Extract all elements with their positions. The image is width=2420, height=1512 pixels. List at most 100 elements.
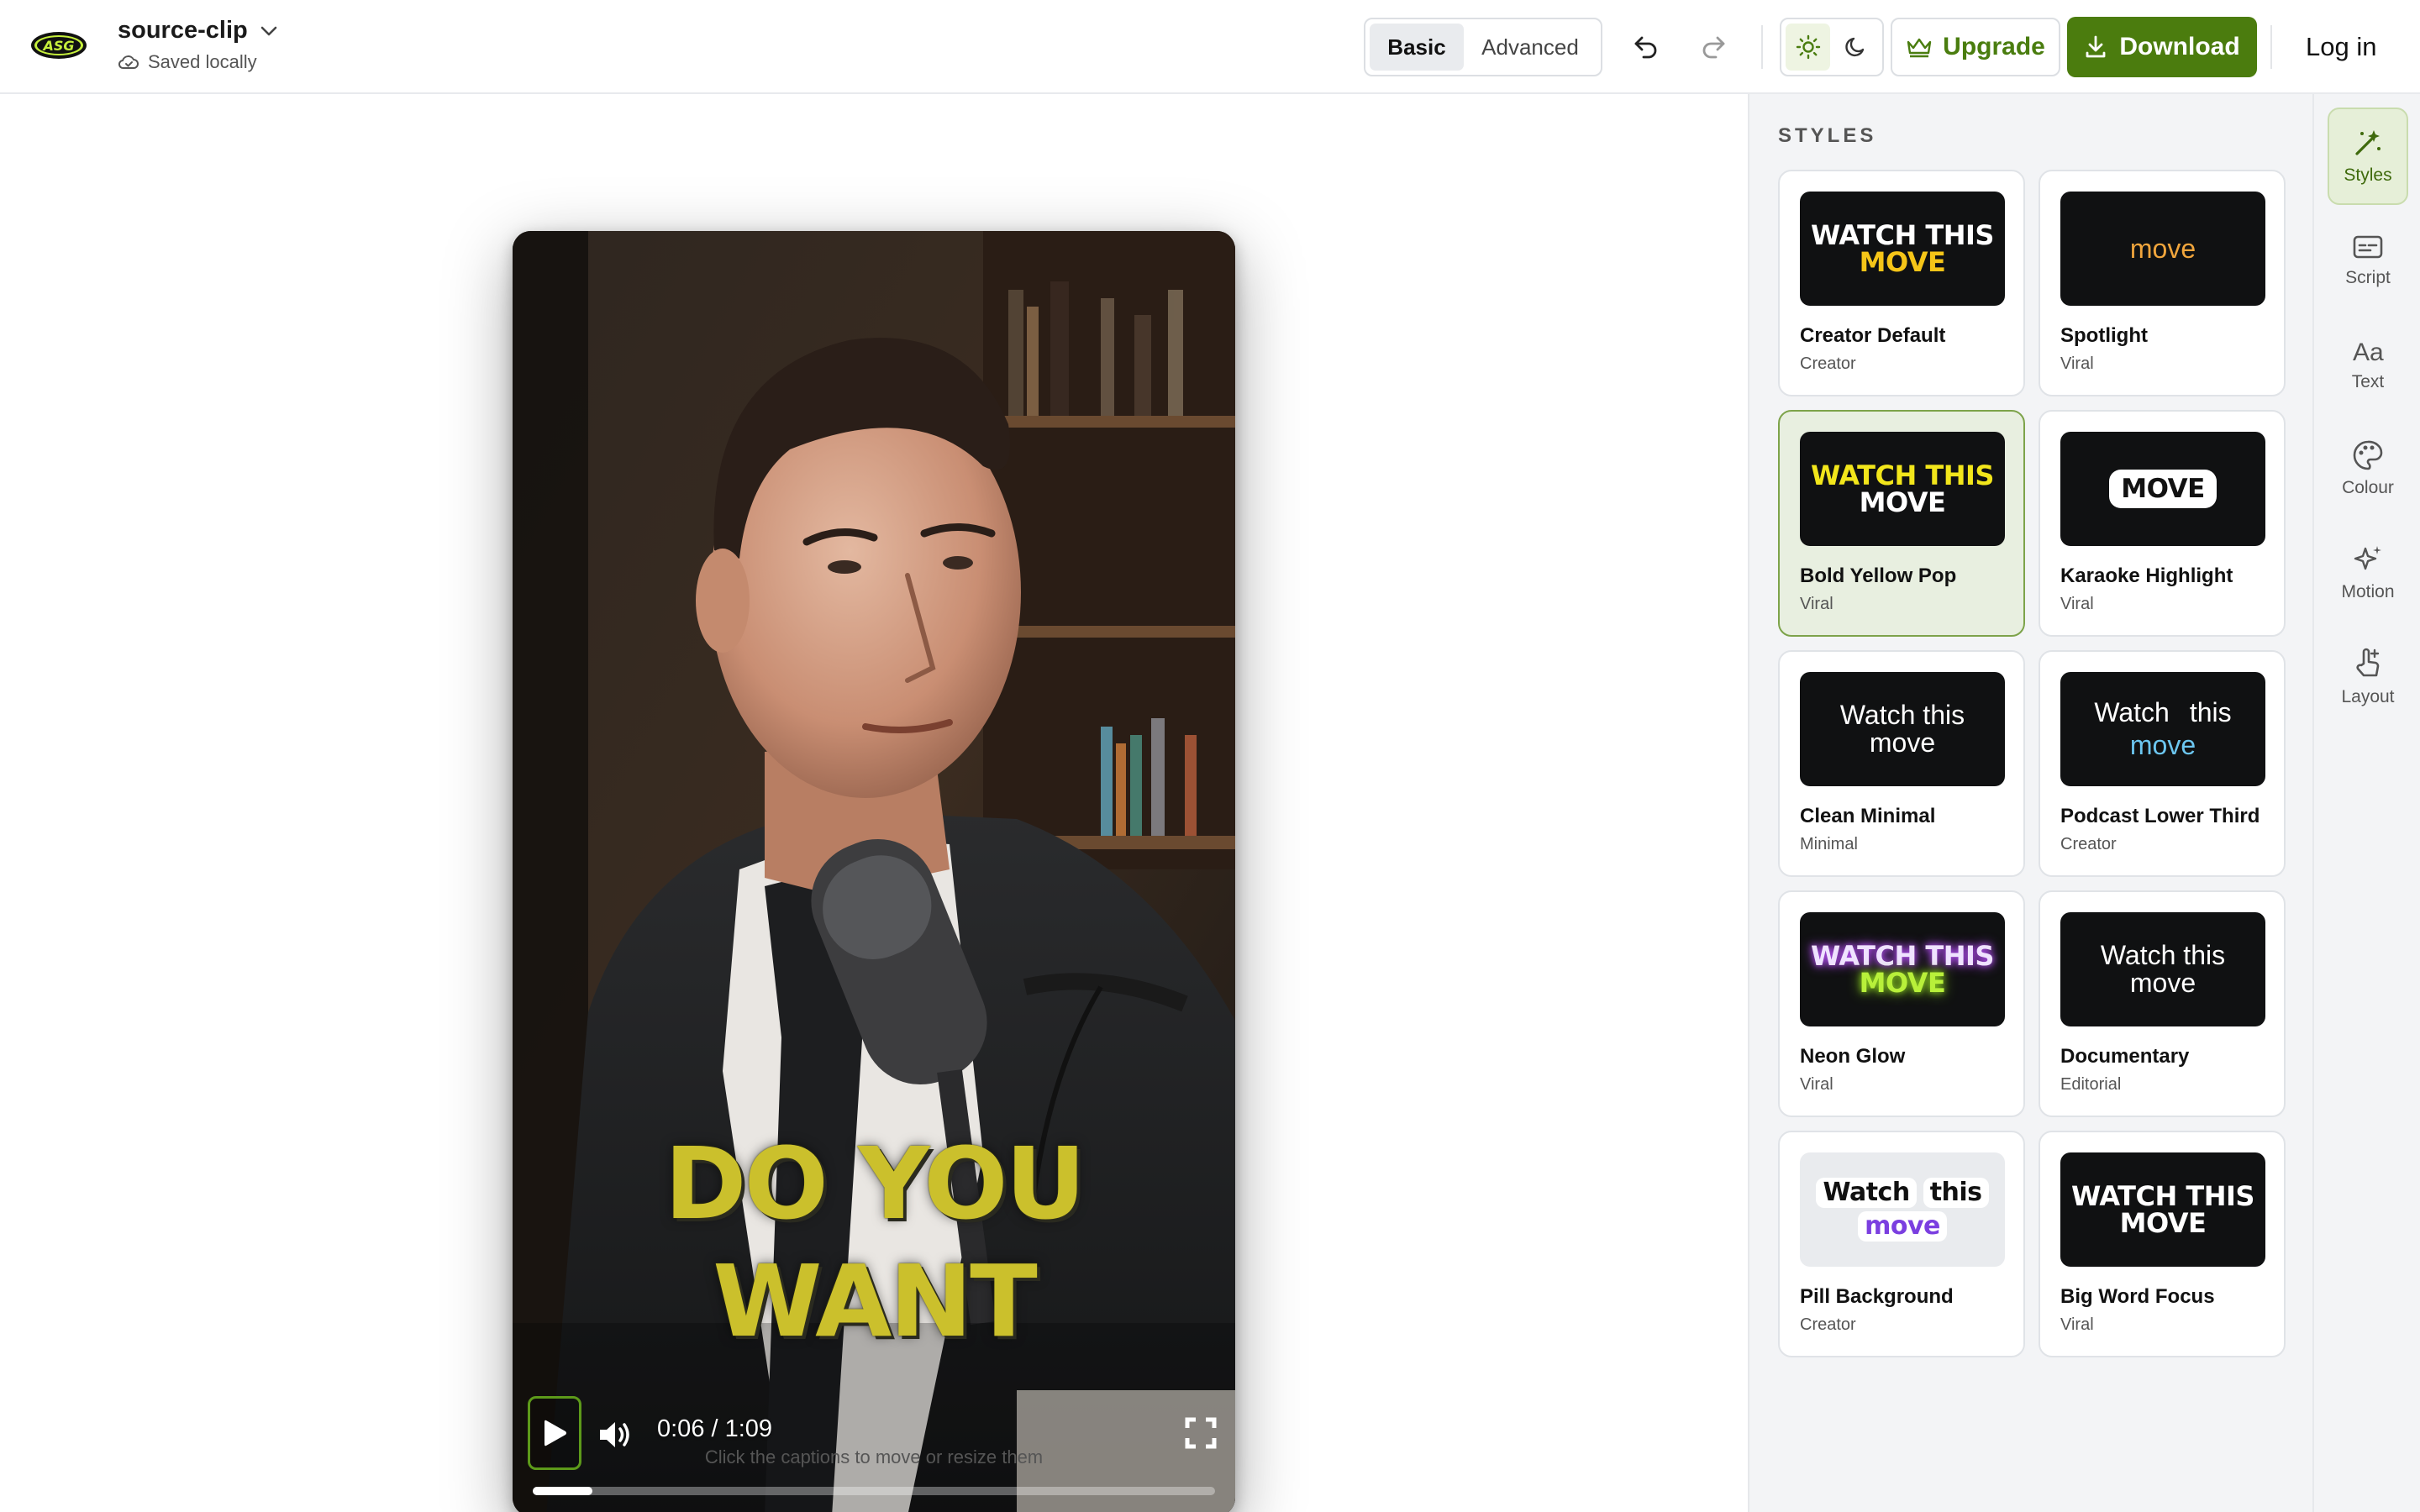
- project-menu[interactable]: source-clip: [118, 17, 278, 45]
- style-category: Editorial: [2060, 1075, 2122, 1094]
- theme-switch: [1780, 18, 1884, 76]
- style-name: Big Word Focus: [2060, 1285, 2215, 1308]
- top-bar: ASG source-clip Saved locally Basic Adva…: [0, 0, 2420, 94]
- style-name: Pill Background: [1800, 1285, 1954, 1308]
- style-category: Creator: [1800, 354, 1856, 373]
- style-category: Viral: [2060, 1315, 2094, 1334]
- style-card-creator-default[interactable]: WATCH THIS MOVE Creator Default Creator: [1778, 170, 2025, 396]
- dark-theme-button[interactable]: [1833, 24, 1878, 71]
- svg-text:Aa: Aa: [2353, 339, 2384, 365]
- rail-item-layout[interactable]: Layout: [2328, 628, 2408, 726]
- preview-line: Watch this: [2100, 940, 2226, 970]
- preview-line: MOVE: [2109, 470, 2217, 508]
- divider: [2270, 25, 2272, 69]
- preview-line: MOVE: [1859, 967, 1946, 999]
- download-label: Download: [2119, 33, 2240, 60]
- style-card-spotlight[interactable]: move Spotlight Viral: [2039, 170, 2286, 396]
- play-icon: [544, 1420, 566, 1446]
- app-logo[interactable]: ASG: [30, 30, 87, 60]
- preview-word: move: [2129, 730, 2196, 760]
- style-category: Viral: [2060, 354, 2094, 373]
- video-player[interactable]: DO YOU WANT 0:06 / 1:09: [513, 231, 1235, 1512]
- rail-item-script[interactable]: Script: [2328, 212, 2408, 309]
- style-card-bold-yellow-pop[interactable]: WATCH THIS MOVE Bold Yellow Pop Viral: [1778, 410, 2025, 637]
- download-button[interactable]: Download: [2067, 17, 2257, 77]
- style-category: Minimal: [1800, 835, 1858, 853]
- style-name: Neon Glow: [1800, 1045, 1906, 1068]
- rail-label: Script: [2345, 268, 2391, 287]
- redo-icon: [1702, 36, 1725, 59]
- rail-label: Motion: [2341, 582, 2395, 601]
- tab-advanced[interactable]: Advanced: [1467, 24, 1593, 71]
- style-preview: Watch this move: [1800, 672, 2005, 786]
- progress-bar[interactable]: [533, 1487, 1215, 1495]
- preview-line: WATCH THIS: [1811, 219, 1994, 251]
- project-info: source-clip Saved locally: [118, 17, 278, 73]
- rail-item-text[interactable]: Aa Text: [2328, 316, 2408, 413]
- style-name: Podcast Lower Third: [2060, 805, 2260, 827]
- light-theme-button[interactable]: [1786, 24, 1830, 71]
- preview-line: WATCH THIS: [1811, 940, 1994, 972]
- subtitles-icon: [2353, 235, 2383, 259]
- rail-label: Colour: [2342, 478, 2394, 497]
- redo-button[interactable]: [1691, 25, 1736, 69]
- caption-line-1[interactable]: DO YOU: [513, 1125, 1235, 1242]
- style-category: Creator: [1800, 1315, 1856, 1334]
- preview-line: WATCH THIS: [2071, 1180, 2254, 1212]
- editor-canvas: DO YOU WANT 0:06 / 1:09 Click the captio…: [0, 94, 1748, 1512]
- preview-line: MOVE: [1859, 246, 1946, 278]
- crown-icon: [1907, 38, 1932, 58]
- style-preview: Watch this move: [2060, 672, 2265, 786]
- style-preview: Watch this move: [1800, 1152, 2005, 1267]
- project-name: source-clip: [118, 17, 248, 44]
- download-icon: [2086, 35, 2106, 58]
- style-preview: WATCH THIS MOVE: [1800, 912, 2005, 1026]
- preview-line: MOVE: [1859, 486, 1946, 518]
- style-card-karaoke-highlight[interactable]: MOVE Karaoke Highlight Viral: [2039, 410, 2286, 637]
- styles-panel: STYLES WATCH THIS MOVE Creator Default C…: [1748, 94, 2312, 1512]
- fullscreen-icon[interactable]: [1185, 1417, 1217, 1449]
- style-preview: MOVE: [2060, 432, 2265, 546]
- style-name: Bold Yellow Pop: [1800, 564, 1957, 587]
- tool-rail: Styles Script Aa Text Colour Motion Layo…: [2312, 94, 2420, 1512]
- style-category: Creator: [2060, 835, 2117, 853]
- magic-wand-icon: [2355, 130, 2381, 155]
- caption-line-2[interactable]: WANT: [513, 1242, 1235, 1360]
- rail-item-motion[interactable]: Motion: [2328, 524, 2408, 622]
- hand-pointer-icon: [2356, 648, 2380, 677]
- preview-line: move: [2129, 233, 2196, 264]
- style-card-documentary[interactable]: Watch this move Documentary Editorial: [2039, 890, 2286, 1117]
- upgrade-button[interactable]: Upgrade: [1891, 18, 2060, 76]
- rail-label: Text: [2351, 372, 2385, 391]
- preview-line: move: [2129, 968, 2196, 998]
- sun-icon: [1796, 34, 1820, 60]
- playback-time: 0:06 / 1:09: [657, 1415, 773, 1442]
- chevron-down-icon: [260, 26, 277, 35]
- sparkle-icon: [2354, 546, 2381, 570]
- style-card-big-word-focus[interactable]: WATCH THIS MOVE Big Word Focus Viral: [2039, 1131, 2286, 1357]
- divider: [1761, 25, 1763, 69]
- style-preview: move: [2060, 192, 2265, 306]
- style-card-neon-glow[interactable]: WATCH THIS MOVE Neon Glow Viral: [1778, 890, 2025, 1117]
- save-status: Saved locally: [118, 51, 278, 73]
- style-category: Viral: [1800, 1075, 1833, 1094]
- rail-label: Styles: [2344, 165, 2392, 185]
- undo-button[interactable]: [1623, 25, 1669, 69]
- style-card-clean-minimal[interactable]: Watch this move Clean Minimal Minimal: [1778, 650, 2025, 877]
- preview-word: this: [1923, 1178, 1989, 1208]
- panel-title: STYLES: [1778, 124, 1877, 147]
- style-preview: Watch this move: [2060, 912, 2265, 1026]
- tab-basic[interactable]: Basic: [1370, 24, 1464, 71]
- text-aa-icon: Aa: [2353, 339, 2384, 365]
- rail-item-styles[interactable]: Styles: [2328, 108, 2408, 205]
- cloud-icon: [118, 55, 139, 69]
- style-preview: WATCH THIS MOVE: [2060, 1152, 2265, 1267]
- palette-icon: [2353, 440, 2383, 470]
- login-button[interactable]: Log in: [2286, 25, 2396, 69]
- style-name: Karaoke Highlight: [2060, 564, 2233, 587]
- style-card-pill-background[interactable]: Watch this move Pill Background Creator: [1778, 1131, 2025, 1357]
- preview-line: Watch this: [1839, 700, 1965, 730]
- rail-item-colour[interactable]: Colour: [2328, 420, 2408, 517]
- style-card-podcast-lower-third[interactable]: Watch this move Podcast Lower Third Crea…: [2039, 650, 2286, 877]
- preview-word: Watch: [1816, 1178, 1917, 1208]
